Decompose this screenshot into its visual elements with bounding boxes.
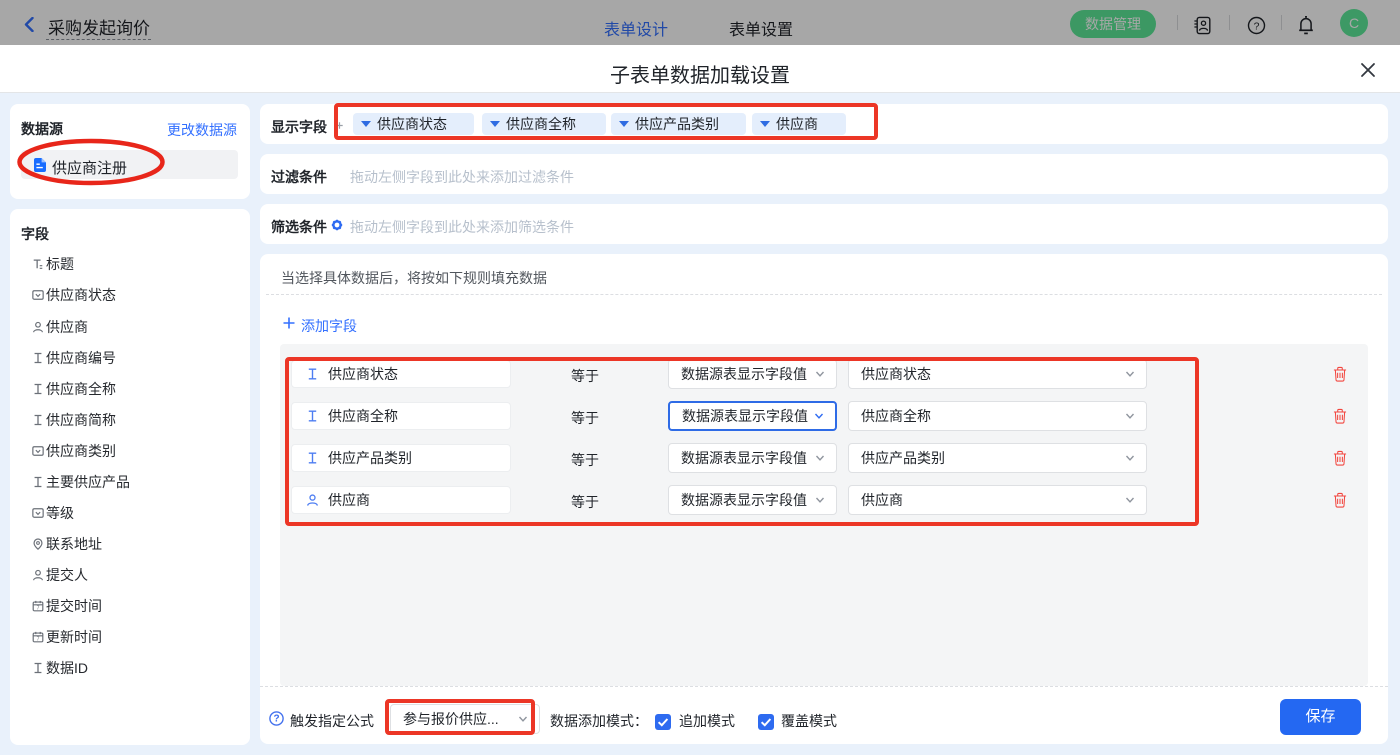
svg-text:7: 7 [37, 605, 40, 611]
svg-text:7: 7 [37, 636, 40, 642]
svg-text:?: ? [273, 714, 279, 725]
